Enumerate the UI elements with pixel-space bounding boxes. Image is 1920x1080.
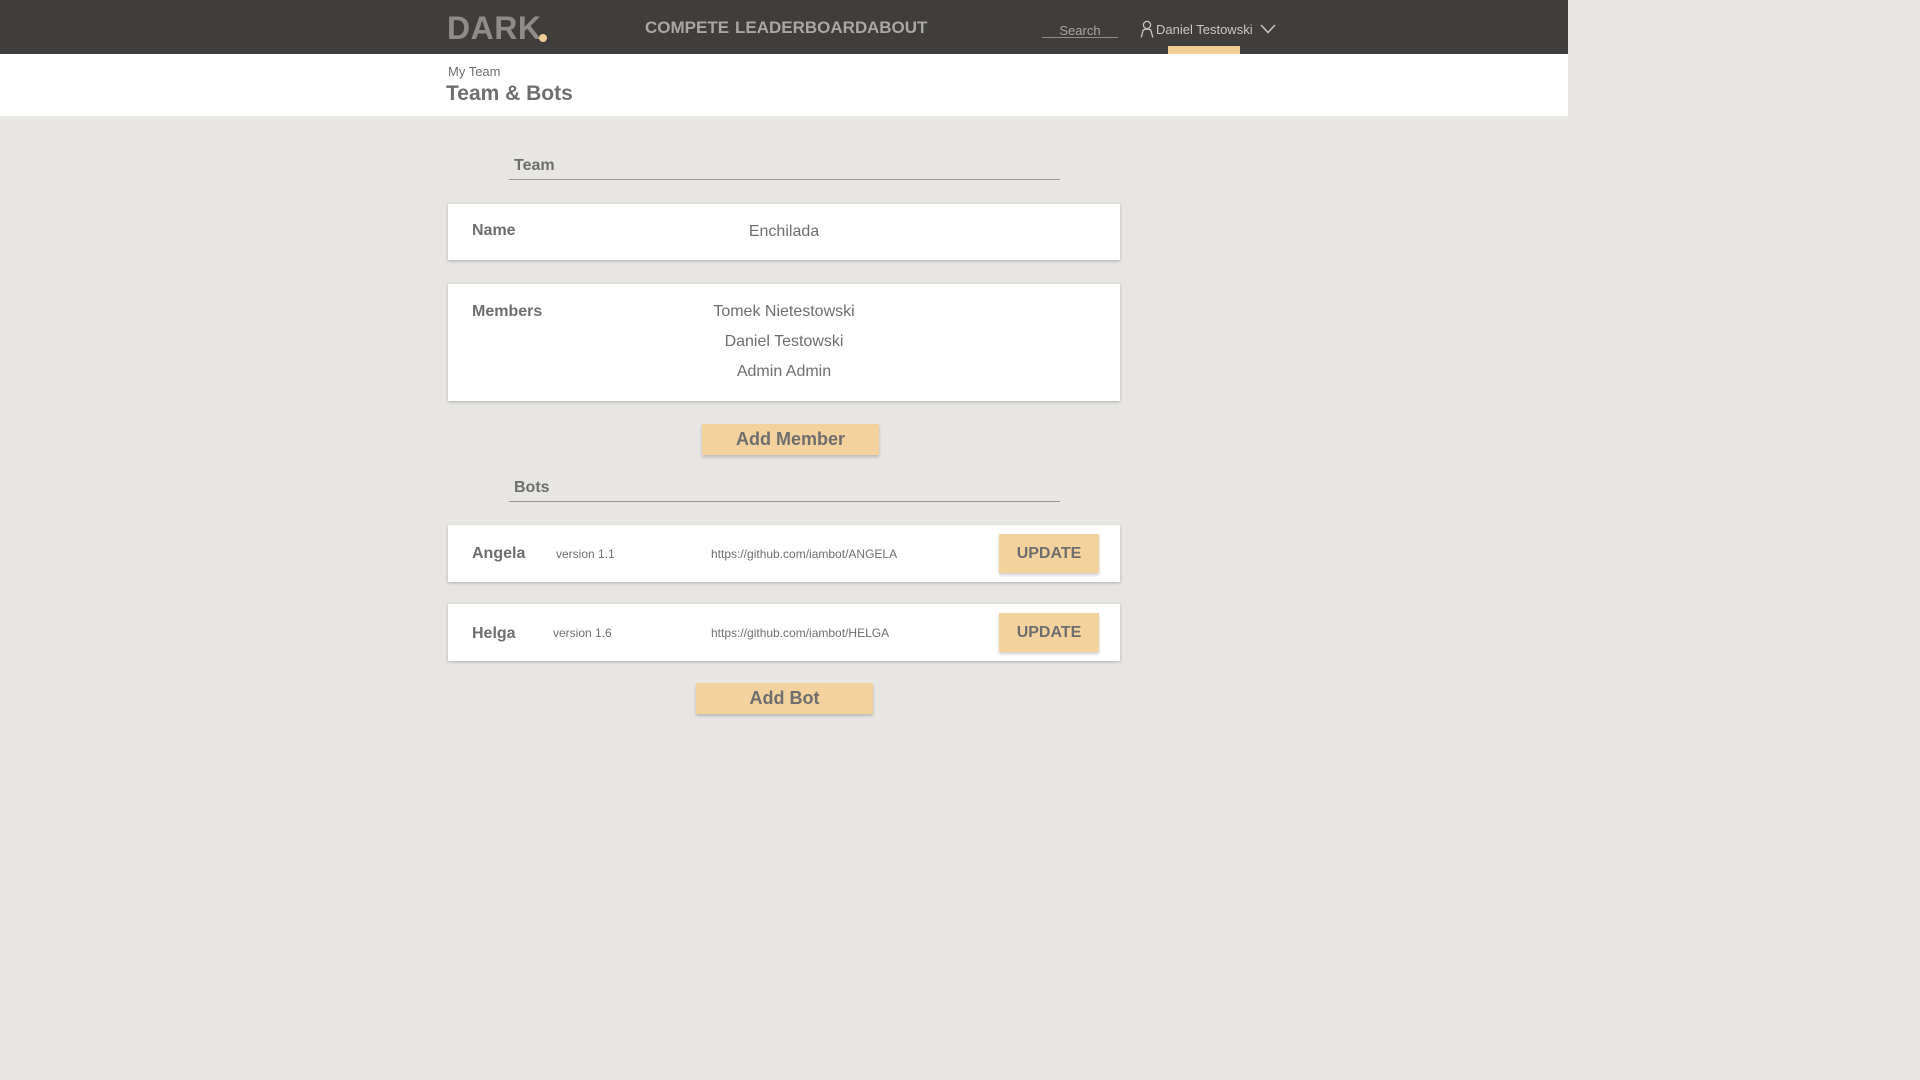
member-item: Daniel Testowski [724, 333, 844, 350]
breadcrumb[interactable]: My Team [448, 64, 501, 79]
member-item: Tomek Nietestowski [713, 303, 855, 320]
search-input[interactable] [1042, 23, 1118, 38]
bot-row: Helga version 1.6 https://github.com/iam… [448, 604, 1120, 661]
user-active-indicator [1168, 46, 1240, 54]
bot-version: version 1.1 [556, 547, 615, 561]
bots-section-divider [509, 501, 1060, 502]
add-bot-button[interactable]: Add Bot [696, 683, 873, 714]
bot-name: Angela [472, 545, 526, 562]
bot-repo-url[interactable]: https://github.com/iambot/HELGA [711, 626, 889, 640]
team-section-divider [509, 179, 1060, 180]
bot-name: Helga [472, 625, 516, 642]
nav-leaderboard[interactable]: LEADERBOARD [735, 18, 867, 38]
update-bot-button[interactable]: UPDATE [999, 613, 1099, 652]
team-members-card: Members Tomek Nietestowski Daniel Testow… [448, 284, 1120, 401]
bot-row: Angela version 1.1 https://github.com/ia… [448, 525, 1120, 582]
search-box [1042, 22, 1118, 38]
update-bot-button[interactable]: UPDATE [999, 534, 1099, 573]
chevron-down-icon[interactable] [1260, 23, 1276, 35]
logo[interactable]: DARK [447, 10, 541, 47]
top-nav-bar: DARK COMPETE LEADERBOARD ABOUT Daniel Te… [0, 0, 1568, 54]
page-header: My Team Team & Bots [0, 54, 1568, 116]
page-title: Team & Bots [446, 82, 573, 105]
nav-compete[interactable]: COMPETE [645, 18, 729, 38]
user-menu[interactable]: Daniel Testowski [1140, 18, 1276, 40]
user-icon [1140, 20, 1154, 38]
team-name-value: Enchilada [748, 223, 820, 240]
team-name-card: Name Enchilada [448, 204, 1120, 260]
bot-version: version 1.6 [553, 626, 612, 640]
user-name: Daniel Testowski [1156, 21, 1253, 37]
bot-repo-url[interactable]: https://github.com/iambot/ANGELA [711, 547, 897, 561]
bots-section-title: Bots [514, 479, 550, 496]
add-member-button[interactable]: Add Member [702, 424, 879, 455]
team-name-label: Name [472, 222, 516, 239]
member-item: Admin Admin [736, 363, 832, 380]
logo-dot [539, 34, 547, 42]
nav-about[interactable]: ABOUT [867, 18, 927, 38]
team-section-title: Team [514, 157, 555, 174]
